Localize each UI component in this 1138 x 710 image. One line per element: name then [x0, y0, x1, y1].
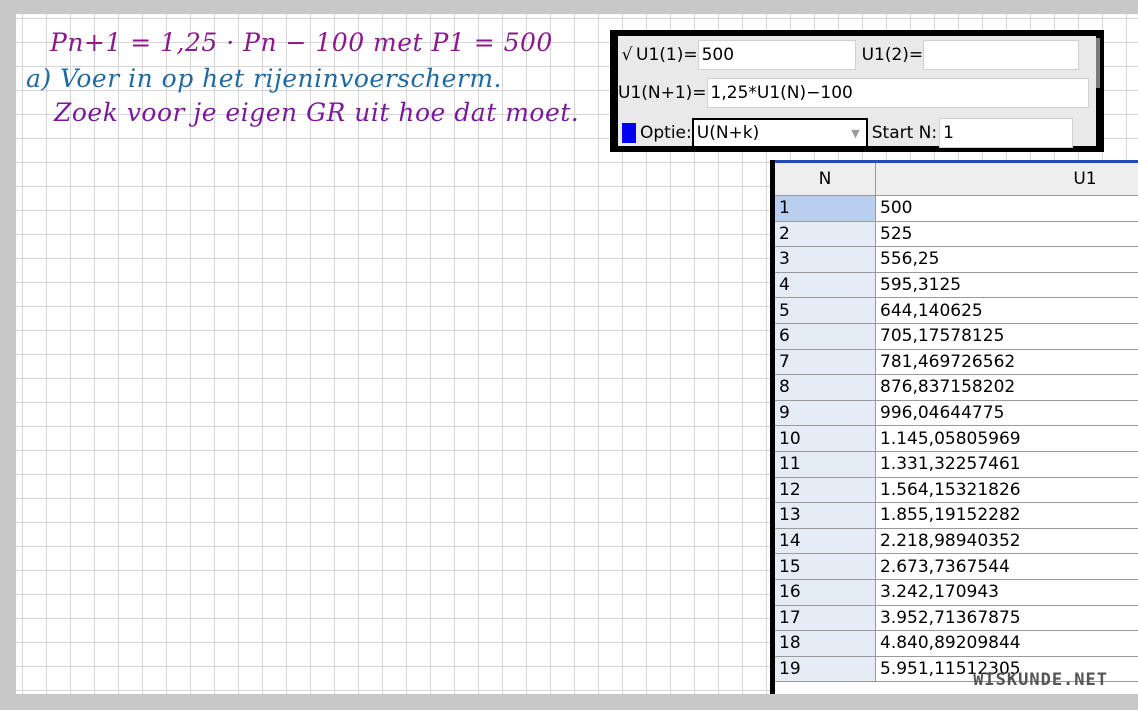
- cell-u1[interactable]: 500: [875, 195, 1138, 222]
- cell-n[interactable]: 14: [775, 528, 876, 555]
- table-row[interactable]: 12 1.564,15321826: [775, 477, 1138, 504]
- cell-u1[interactable]: 4.840,89209844: [875, 630, 1138, 657]
- table-row[interactable]: 10 1.145,05805969: [775, 425, 1138, 452]
- cell-u1[interactable]: 1.331,32257461: [875, 451, 1138, 478]
- cell-u1[interactable]: 3.242,170943: [875, 579, 1138, 606]
- cell-n[interactable]: 2: [775, 221, 876, 248]
- handwritten-instruction-a: a) Voer in op het rijeninvoerscherm.: [26, 64, 502, 93]
- cell-n[interactable]: 5: [775, 297, 876, 324]
- cell-n[interactable]: 17: [775, 605, 876, 632]
- cell-n[interactable]: 6: [775, 323, 876, 350]
- cell-n[interactable]: 7: [775, 349, 876, 376]
- table-row[interactable]: 9 996,04644775: [775, 400, 1138, 427]
- cell-u1[interactable]: 876,837158202: [875, 374, 1138, 401]
- panel-scrollbar[interactable]: [1096, 38, 1100, 88]
- cell-u1[interactable]: 996,04644775: [875, 400, 1138, 427]
- series-color-swatch[interactable]: [622, 123, 636, 143]
- recursion-label: U1(N+1)=: [618, 83, 707, 103]
- options-row: Optie: U(N+k) ▼ Start N: 1: [618, 116, 1074, 150]
- cell-n[interactable]: 4: [775, 272, 876, 299]
- table-row[interactable]: 14 2.218,98940352: [775, 528, 1138, 555]
- cell-u1[interactable]: 2.673,7367544: [875, 553, 1138, 580]
- cell-n[interactable]: 3: [775, 246, 876, 273]
- u1-second-label: U1(2)=: [861, 45, 924, 65]
- u1-second-input[interactable]: [923, 40, 1080, 70]
- table-row[interactable]: 6 705,17578125: [775, 323, 1138, 350]
- cell-n[interactable]: 9: [775, 400, 876, 427]
- cell-u1[interactable]: 1.855,19152282: [875, 502, 1138, 529]
- table-row[interactable]: 15 2.673,7367544: [775, 553, 1138, 580]
- cell-n[interactable]: 18: [775, 630, 876, 657]
- dropdown-arrow-icon[interactable]: ▼: [851, 127, 859, 140]
- start-n-input[interactable]: 1: [939, 118, 1074, 148]
- option-dropdown[interactable]: U(N+k) ▼: [691, 118, 868, 148]
- cell-u1[interactable]: 1.564,15321826: [875, 477, 1138, 504]
- cell-n[interactable]: 1: [775, 195, 876, 222]
- start-n-label: Start N:: [871, 123, 938, 143]
- recursion-row: U1(N+1)= 1,25*U1(N)−100: [618, 76, 1089, 110]
- cell-n[interactable]: 13: [775, 502, 876, 529]
- cell-n[interactable]: 19: [775, 656, 876, 683]
- cell-n[interactable]: 11: [775, 451, 876, 478]
- column-header-u1[interactable]: U1: [875, 160, 1138, 196]
- option-value: U(N+k): [696, 123, 760, 143]
- cell-n[interactable]: 15: [775, 553, 876, 580]
- u1-first-input[interactable]: 500: [697, 40, 856, 70]
- sequence-table: N U1 1 500 2 525 3 556,25 4 595,3125 5 644,140625…: [775, 160, 1138, 683]
- cell-n[interactable]: 8: [775, 374, 876, 401]
- sequence-table-window: N U1 1 500 2 525 3 556,25 4 595,3125 5 644,140625…: [770, 160, 1138, 694]
- cell-u1[interactable]: 644,140625: [875, 297, 1138, 324]
- cell-u1[interactable]: 705,17578125: [875, 323, 1138, 350]
- sequence-input-panel: √ U1(1)= 500 U1(2)= U1(N+1)= 1,25*U1(N)−…: [610, 30, 1104, 152]
- table-row[interactable]: 13 1.855,19152282: [775, 502, 1138, 529]
- u1-first-label: U1(1)=: [636, 45, 698, 65]
- grid-whiteboard: Pn+1 = 1,25 · Pn − 100 met P1 = 500 a) V…: [16, 14, 1138, 694]
- table-row[interactable]: 18 4.840,89209844: [775, 630, 1138, 657]
- table-row[interactable]: 11 1.331,32257461: [775, 451, 1138, 478]
- table-row[interactable]: 8 876,837158202: [775, 374, 1138, 401]
- cell-u1[interactable]: 595,3125: [875, 272, 1138, 299]
- table-row[interactable]: 5 644,140625: [775, 297, 1138, 324]
- table-row[interactable]: 1 500: [775, 195, 1138, 222]
- cell-u1[interactable]: 781,469726562: [875, 349, 1138, 376]
- table-row[interactable]: 2 525: [775, 221, 1138, 248]
- handwritten-equation: Pn+1 = 1,25 · Pn − 100 met P1 = 500: [50, 28, 553, 57]
- cell-n[interactable]: 12: [775, 477, 876, 504]
- check-mark-icon[interactable]: √: [618, 45, 636, 65]
- cell-u1[interactable]: 3.952,71367875: [875, 605, 1138, 632]
- cell-u1[interactable]: 2.218,98940352: [875, 528, 1138, 555]
- table-row[interactable]: 17 3.952,71367875: [775, 605, 1138, 632]
- handwritten-instruction-b: Zoek voor je eigen GR uit hoe dat moet.: [54, 98, 580, 127]
- table-row[interactable]: 7 781,469726562: [775, 349, 1138, 376]
- cell-n[interactable]: 16: [775, 579, 876, 606]
- cell-u1[interactable]: 525: [875, 221, 1138, 248]
- cell-n[interactable]: 10: [775, 425, 876, 452]
- column-header-n[interactable]: N: [775, 160, 876, 196]
- initial-values-row: √ U1(1)= 500 U1(2)=: [618, 38, 1080, 72]
- option-label: Optie:: [640, 123, 692, 143]
- cell-u1[interactable]: 1.145,05805969: [875, 425, 1138, 452]
- recursion-input[interactable]: 1,25*U1(N)−100: [706, 78, 1089, 108]
- table-row[interactable]: 4 595,3125: [775, 272, 1138, 299]
- cell-u1[interactable]: 556,25: [875, 246, 1138, 273]
- table-row[interactable]: 16 3.242,170943: [775, 579, 1138, 606]
- table-row[interactable]: 3 556,25: [775, 246, 1138, 273]
- watermark-logo: WISKUNDE.NET: [973, 670, 1108, 690]
